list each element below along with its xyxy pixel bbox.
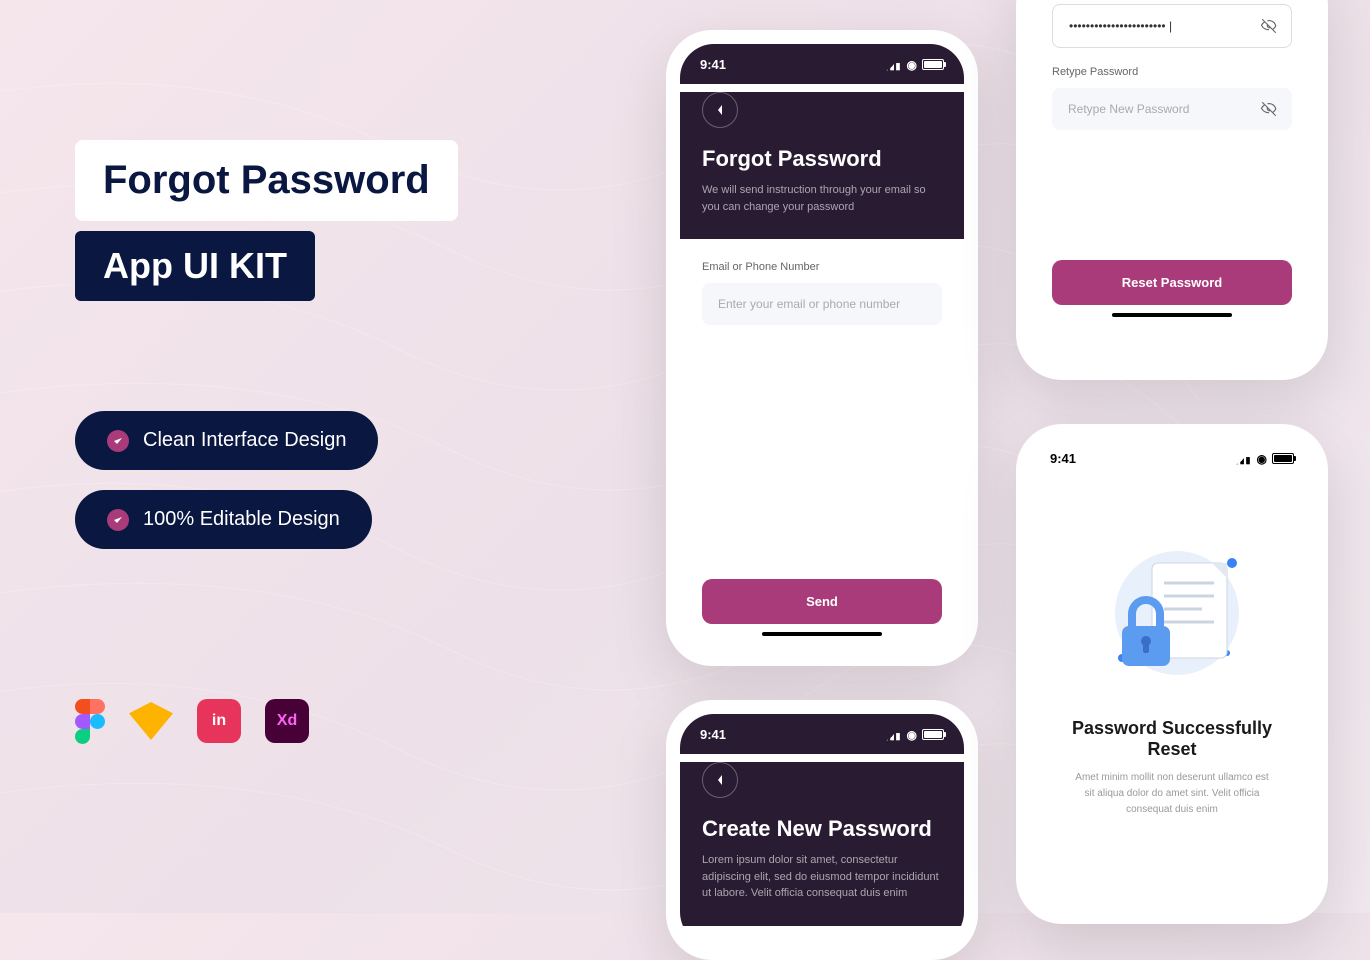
notch [1097, 438, 1247, 466]
phone-create-password: 9:41 Create New Password Lorem ipsum dol… [666, 700, 978, 960]
feature-pill-2: 100% Editable Design [75, 490, 372, 549]
lock-document-illustration [1092, 538, 1252, 688]
notch [747, 44, 897, 72]
tool-icons-row: in Xd [75, 699, 595, 743]
send-button[interactable]: Send [702, 579, 942, 624]
check-icon [107, 509, 129, 531]
new-password-input[interactable] [1052, 4, 1292, 48]
title-box-2: App UI KIT [75, 231, 315, 301]
feature-pill-1: Clean Interface Design [75, 411, 378, 470]
success-title: Password Successfully Reset [1060, 718, 1284, 760]
home-indicator [1112, 313, 1232, 317]
notch [747, 714, 897, 742]
feature-text-2: 100% Editable Design [143, 508, 340, 531]
email-field-label: Email or Phone Number [702, 261, 942, 273]
promo-panel: Forgot Password App UI KIT Clean Interfa… [75, 140, 595, 743]
status-time: 9:41 [700, 727, 726, 742]
sketch-icon [129, 702, 173, 740]
feature-text-1: Clean Interface Design [143, 429, 346, 452]
reset-password-button[interactable]: Reset Password [1052, 260, 1292, 305]
email-input[interactable] [702, 283, 942, 325]
phone-reset-password: New Password Retype Password Reset Passw… [1016, 0, 1328, 380]
home-indicator [762, 632, 882, 636]
wifi-icon [907, 57, 917, 72]
back-button[interactable] [702, 762, 738, 798]
wifi-icon [907, 727, 917, 742]
wifi-icon [1257, 451, 1267, 466]
xd-icon: Xd [265, 699, 309, 743]
phone-success: 9:41 Password Successfully Reset Amet mi… [1016, 424, 1328, 924]
status-time: 9:41 [1050, 451, 1076, 466]
status-time: 9:41 [700, 57, 726, 72]
title-box-1: Forgot Password [75, 140, 458, 221]
back-button[interactable] [702, 92, 738, 128]
screen-subtitle: Lorem ipsum dolor sit amet, consectetur … [702, 852, 942, 902]
eye-off-icon[interactable] [1260, 100, 1278, 118]
screen-subtitle: We will send instruction through your em… [702, 182, 942, 215]
eye-off-icon[interactable] [1260, 17, 1278, 35]
retype-password-label: Retype Password [1052, 66, 1292, 78]
invision-icon: in [197, 699, 241, 743]
screen-title: Forgot Password [702, 146, 942, 172]
check-icon [107, 430, 129, 452]
battery-icon [1272, 453, 1294, 464]
promo-title-1: Forgot Password [103, 158, 430, 203]
retype-password-input[interactable] [1052, 88, 1292, 130]
battery-icon [922, 59, 944, 70]
figma-icon [75, 699, 105, 743]
battery-icon [922, 729, 944, 740]
screen-title: Create New Password [702, 816, 942, 842]
success-subtitle: Amet minim mollit non deserunt ullamco e… [1060, 770, 1284, 818]
promo-title-2: App UI KIT [103, 245, 287, 287]
phone-forgot-password: 9:41 Forgot Password We will send instru… [666, 30, 978, 666]
